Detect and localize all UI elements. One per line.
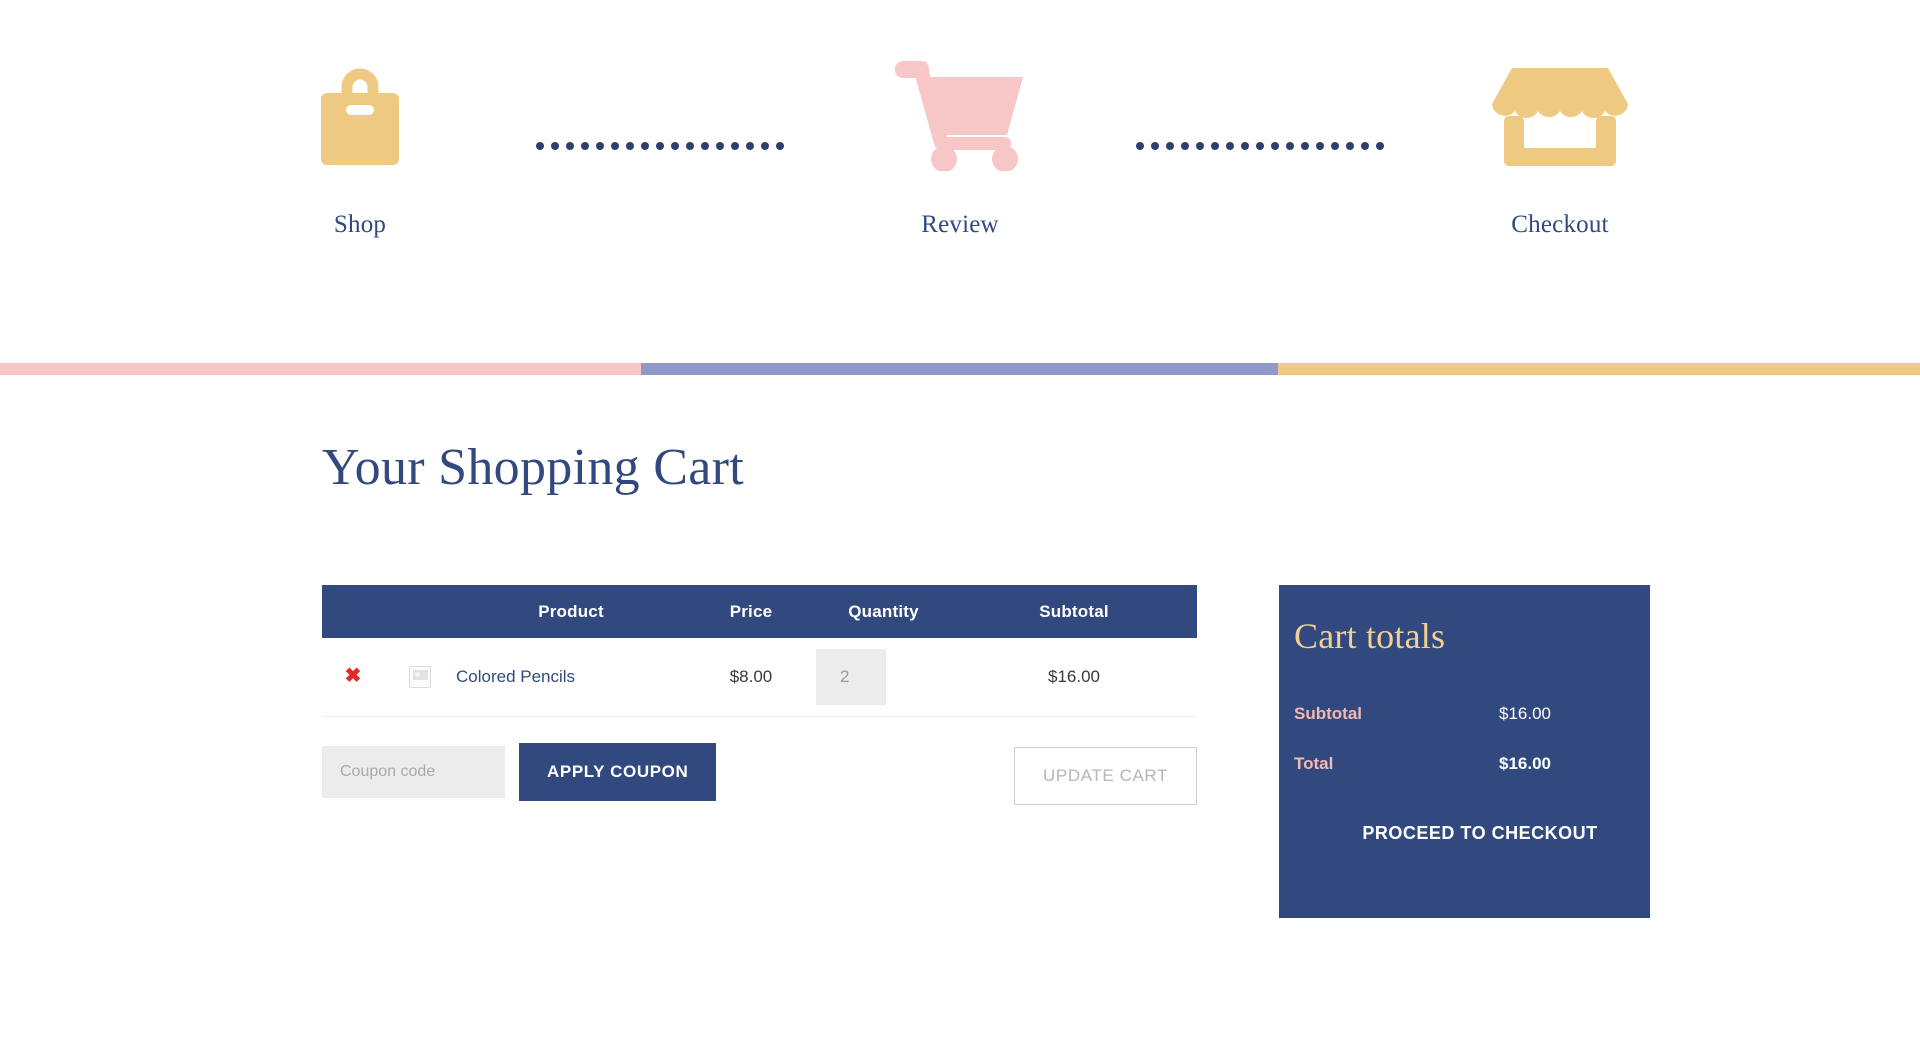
cart-table: Product Price Quantity Subtotal ✖ Colore…	[322, 585, 1197, 717]
header-thumbnail	[384, 585, 456, 638]
checkout-button-wrap: PROCEED TO CHECKOUT	[1279, 823, 1681, 844]
cart-totals-panel: Cart totals Subtotal $16.00 Total $16.00…	[1279, 585, 1650, 918]
connector-shop-review	[510, 55, 810, 175]
subtotal-row: Subtotal $16.00	[1279, 689, 1650, 739]
storefront-icon	[1490, 55, 1630, 175]
cart-totals-rows: Subtotal $16.00 Total $16.00	[1279, 689, 1650, 789]
step-checkout[interactable]: Checkout	[1410, 55, 1710, 239]
product-link[interactable]: Colored Pencils	[456, 667, 575, 686]
cart-table-column: Product Price Quantity Subtotal ✖ Colore…	[322, 585, 1197, 805]
header-subtotal: Subtotal	[951, 585, 1197, 638]
cart-table-body: ✖ Colored Pencils $8.00 2 $16.00	[322, 638, 1197, 717]
cart-table-head: Product Price Quantity Subtotal	[322, 585, 1197, 638]
apply-coupon-button[interactable]: APPLY COUPON	[519, 742, 717, 801]
header-remove	[322, 585, 384, 638]
cart-layout: Product Price Quantity Subtotal ✖ Colore…	[322, 585, 1650, 918]
header-price: Price	[686, 585, 816, 638]
cart-actions: APPLY COUPON UPDATE CART	[322, 717, 1197, 805]
remove-item-button[interactable]: ✖	[345, 666, 362, 686]
dotted-connector-icon	[536, 142, 784, 150]
remove-cell: ✖	[322, 638, 384, 717]
table-row: ✖ Colored Pencils $8.00 2 $16.00	[322, 638, 1197, 717]
step-shop[interactable]: Shop	[210, 55, 510, 239]
checkout-steps-header: Shop Review Checkout	[0, 0, 1920, 375]
proceed-to-checkout-button[interactable]: PROCEED TO CHECKOUT	[1362, 823, 1597, 844]
cart-totals-title: Cart totals	[1294, 616, 1446, 656]
total-row: Total $16.00	[1279, 739, 1650, 789]
price-cell: $8.00	[686, 638, 816, 717]
dotted-connector-icon	[1136, 142, 1384, 150]
total-label: Total	[1294, 754, 1334, 773]
step-review-label: Review	[921, 211, 999, 238]
quantity-cell	[816, 638, 951, 717]
cart-page: Your Shopping Cart Product Price Quantit…	[0, 355, 1920, 918]
connector-review-checkout	[1110, 55, 1410, 175]
update-cart-button[interactable]: UPDATE CART	[1014, 746, 1197, 805]
image-placeholder-icon[interactable]	[409, 665, 431, 688]
product-cell: Colored Pencils	[456, 638, 686, 717]
header-product: Product	[456, 585, 686, 638]
thumbnail-cell	[384, 638, 456, 717]
step-checkout-label: Checkout	[1511, 211, 1609, 238]
subtotal-value: $16.00	[1499, 704, 1551, 723]
shopping-bag-icon	[317, 55, 403, 175]
subtotal-cell: $16.00	[951, 638, 1197, 717]
quantity-input[interactable]	[816, 648, 886, 705]
page-title: Your Shopping Cart	[322, 439, 744, 496]
coupon-input[interactable]	[322, 745, 505, 798]
subtotal-label: Subtotal	[1294, 704, 1362, 723]
step-review[interactable]: Review	[810, 55, 1110, 239]
header-quantity: Quantity	[816, 585, 951, 638]
shopping-cart-icon	[895, 55, 1025, 175]
total-value: $16.00	[1499, 754, 1551, 773]
cart-header-row: Product Price Quantity Subtotal	[322, 585, 1197, 638]
step-shop-label: Shop	[333, 211, 387, 238]
steps-row: Shop Review Checkout	[0, 55, 1920, 255]
page-container: Your Shopping Cart Product Price Quantit…	[270, 438, 1650, 918]
